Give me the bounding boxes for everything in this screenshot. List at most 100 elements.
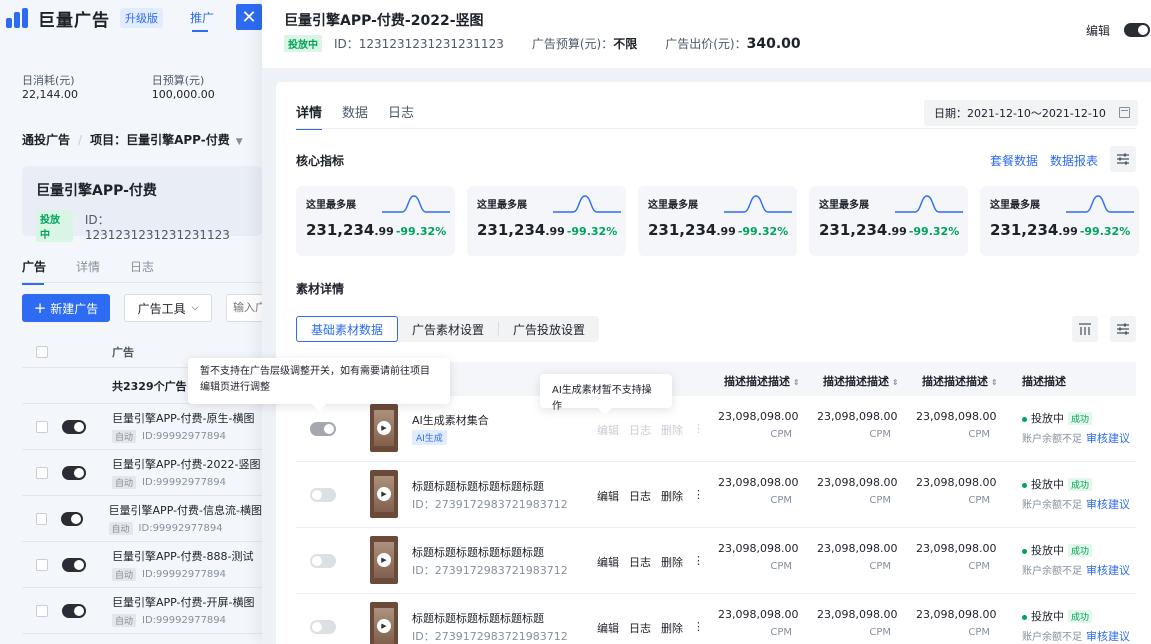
more-icon[interactable]: ⋮ (693, 554, 704, 570)
metric-sparkline (553, 195, 621, 213)
edit-button[interactable]: 编辑 (597, 422, 619, 438)
table-row[interactable]: ▶ 标题标题标题标题标题标题 ID：2739172983721983712 编辑… (296, 594, 1136, 644)
row-checkbox[interactable] (36, 604, 48, 617)
metric-card[interactable]: 这里最多展 231,234.99 -99.32% (296, 186, 455, 256)
review-advice-link[interactable]: 审核建议 (1086, 498, 1130, 511)
metric-card[interactable]: 这里最多展 231,234.99 -99.32% (809, 186, 968, 256)
new-ad-button[interactable]: + 新建广告 (22, 294, 110, 322)
column-settings-icon[interactable] (1072, 316, 1098, 342)
table-row[interactable]: 巨量引擎APP-付费-2022-竖图 自动 ID:99992977894 (22, 450, 262, 496)
segment-delivery-settings[interactable]: 广告投放设置 (499, 316, 599, 342)
ad-name[interactable]: 巨量引擎APP-付费-信息流-横图 (109, 502, 262, 518)
material-toggle[interactable] (310, 554, 336, 568)
material-thumbnail[interactable]: ▶ (370, 536, 398, 584)
material-toggle[interactable] (310, 620, 336, 634)
table-row[interactable]: 巨量引擎APP-付费-原生-横图 自动 ID:99992977894 (22, 404, 262, 450)
ad-budget: 广告预算(元)：不限 (531, 37, 638, 51)
table-row[interactable]: 巨量引擎APP-付费-开屏-横图 自动 ID:99992977894 (22, 588, 262, 634)
metric-card[interactable]: 这里最多展 231,234.99 -99.32% (980, 186, 1139, 256)
delete-button[interactable]: 删除 (661, 488, 683, 504)
ad-toggle[interactable] (62, 419, 86, 434)
ad-toggle[interactable] (62, 557, 86, 572)
column-header[interactable]: 描述描述描述 ⇕ (823, 373, 899, 389)
metric-value: 231,234.99 -99.32% (819, 221, 960, 239)
date-range: 2021-12-10～2021-12-10 (967, 107, 1106, 120)
daily-budget: 日预算(元) 100,000.00 (151, 74, 215, 101)
delete-button[interactable]: 删除 (661, 554, 683, 570)
metric-card[interactable]: 这里最多展 231,234.99 -99.32% (638, 186, 797, 256)
material-name: 标题标题标题标题标题标题 (412, 612, 544, 625)
log-button[interactable]: 日志 (629, 488, 651, 504)
log-button[interactable]: 日志 (629, 422, 651, 438)
review-advice-link[interactable]: 审核建议 (1086, 432, 1130, 445)
ad-search-input[interactable] (226, 294, 262, 322)
row-actions: 编辑 日志 删除 ⋮ (597, 488, 704, 504)
table-row[interactable]: ▶ 标题标题标题标题标题标题 ID：2739172983721983712 编辑… (296, 462, 1136, 528)
table-row[interactable]: ▶ 标题标题标题标题标题标题 ID：2739172983721983712 编辑… (296, 528, 1136, 594)
more-icon[interactable]: ⋮ (693, 488, 704, 504)
material-toggle[interactable] (310, 488, 336, 502)
play-icon: ▶ (377, 487, 391, 501)
select-all-checkbox[interactable] (36, 345, 48, 358)
metric-value: 231,234.99 -99.32% (990, 221, 1131, 239)
calendar-icon (1119, 107, 1130, 118)
column-header[interactable]: 描述描述描述 ⇕ (922, 373, 998, 389)
tab-data[interactable]: 数据 (342, 102, 368, 121)
row-checkbox[interactable] (36, 466, 48, 479)
delete-button[interactable]: 删除 (661, 620, 683, 636)
material-thumbnail[interactable]: ▶ (370, 404, 398, 452)
more-icon[interactable]: ⋮ (693, 620, 704, 636)
material-thumbnail[interactable]: ▶ (370, 602, 398, 644)
segment-material-settings[interactable]: 广告素材设置 (398, 316, 498, 342)
edit-button[interactable]: 编辑 (597, 620, 619, 636)
table-row[interactable]: 巨量引擎APP-付费-信息流-横图 自动 ID:99992977894 (22, 496, 262, 542)
metric-card[interactable]: 这里最多展 231,234.99 -99.32% (467, 186, 626, 256)
tab-ads[interactable]: 广告 (22, 258, 46, 285)
ad-tools-dropdown[interactable]: 广告工具 ⌵ (124, 294, 212, 322)
column-header[interactable]: 描述描述描述 ⇕ (724, 373, 800, 389)
delete-button[interactable]: 删除 (661, 422, 683, 438)
material-thumbnail[interactable]: ▶ (370, 470, 398, 518)
ad-toggle[interactable] (62, 465, 86, 480)
row-checkbox[interactable] (36, 420, 48, 433)
nav-promote[interactable]: 推广 (190, 9, 214, 26)
metric-value: 231,234.99 -99.32% (306, 221, 447, 239)
log-button[interactable]: 日志 (629, 620, 651, 636)
edit-button[interactable]: 编辑 (597, 488, 619, 504)
ad-toggle[interactable] (60, 511, 83, 526)
row-checkbox[interactable] (36, 512, 47, 525)
row-checkbox[interactable] (36, 558, 48, 571)
ad-toggle[interactable] (62, 603, 86, 618)
chevron-down-icon[interactable]: ▼ (236, 137, 243, 147)
table-row[interactable]: 巨量引擎APP-付费-888-测试 自动 ID:99992977894 (22, 542, 262, 588)
ad-name[interactable]: 巨量引擎APP-付费-888-测试 (112, 548, 253, 564)
package-data-link[interactable]: 套餐数据 (990, 152, 1038, 169)
review-advice-link[interactable]: 审核建议 (1086, 564, 1130, 577)
segment-basic-data[interactable]: 基础素材数据 (296, 316, 399, 342)
ad-name[interactable]: 巨量引擎APP-付费-原生-横图 (112, 410, 254, 426)
table-row[interactable]: ▶ AI生成素材集合 AI生成 编辑 日志 删除 ⋮ 23,098,098.00… (296, 396, 1136, 462)
material-toggle[interactable] (310, 422, 336, 436)
review-advice-link[interactable]: 审核建议 (1086, 630, 1130, 643)
more-icon[interactable]: ⋮ (693, 422, 704, 438)
ad-name[interactable]: 巨量引擎APP-付费-开屏-横图 (112, 594, 254, 610)
log-button[interactable]: 日志 (629, 554, 651, 570)
tab-log[interactable]: 日志 (130, 258, 154, 275)
delivery-status: 投放中 成功 账户余额不足 审核建议 (1022, 544, 1130, 577)
edit-toggle[interactable] (1124, 23, 1150, 37)
settings-sliders-icon[interactable] (1110, 146, 1136, 172)
sort-icon: ⇕ (892, 378, 899, 387)
ad-name[interactable]: 巨量引擎APP-付费-2022-竖图 (112, 456, 260, 472)
row-actions: 编辑 日志 删除 ⋮ (597, 620, 704, 636)
tab-details[interactable]: 详情 (296, 102, 323, 130)
data-report-link[interactable]: 数据报表 (1050, 152, 1098, 169)
settings-sliders-icon[interactable] (1110, 316, 1136, 342)
tab-details[interactable]: 详情 (76, 258, 100, 275)
date-range-picker[interactable]: 日期： 2021-12-10～2021-12-10 (924, 100, 1138, 126)
edit-button[interactable]: 编辑 (597, 554, 619, 570)
breadcrumb-root[interactable]: 通投广告 (22, 133, 70, 147)
ad-id: ID:99992977894 (142, 615, 227, 626)
tab-log[interactable]: 日志 (388, 102, 414, 121)
close-icon[interactable]: ✕ (236, 4, 262, 30)
breadcrumb-project[interactable]: 项目：巨量引擎APP-付费 (90, 133, 230, 147)
